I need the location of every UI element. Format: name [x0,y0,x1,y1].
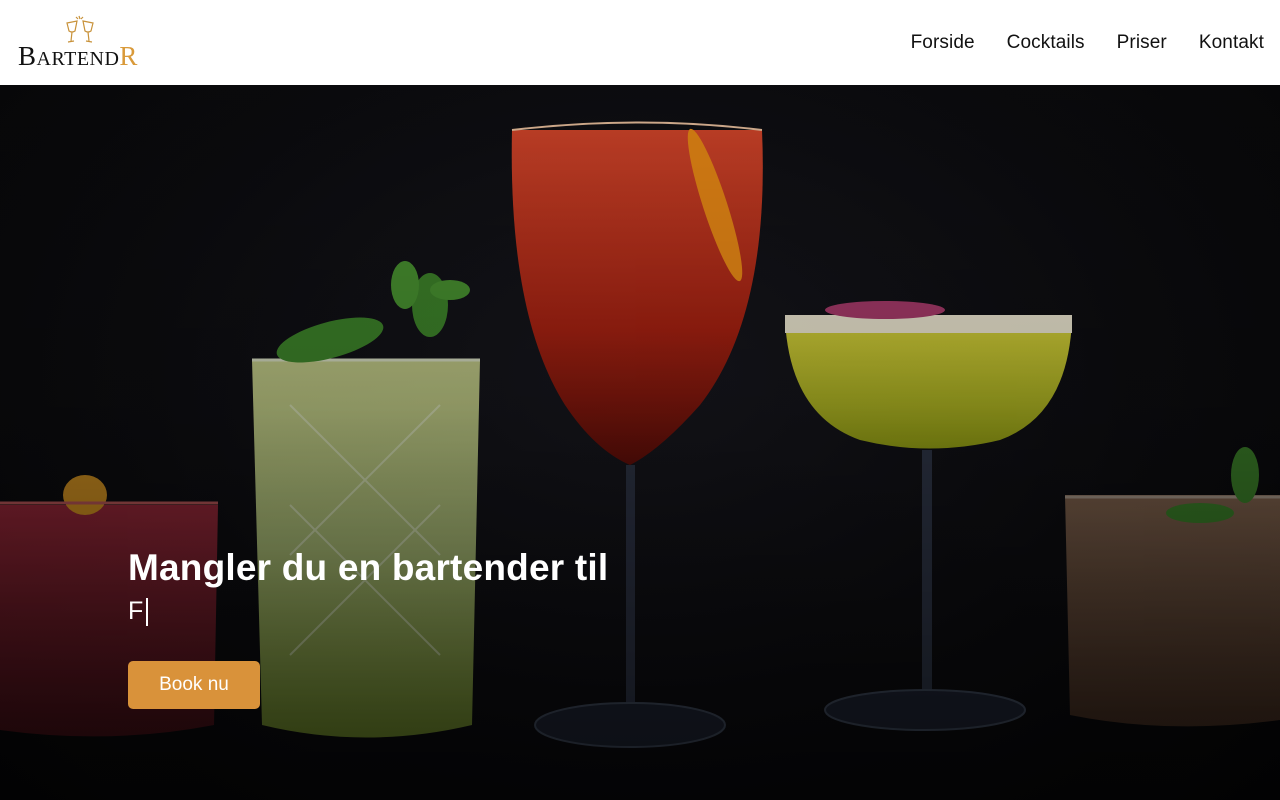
text-caret [146,597,149,626]
site-header: BARTENDR Forside Cocktails Priser Kontak… [0,0,1280,85]
brand-wordmark: BARTENDR [18,40,138,71]
nav-item-priser[interactable]: Priser [1117,32,1167,54]
hero-section: Mangler du en bartender til F Book nu [0,85,1280,800]
typed-text: F [128,597,144,625]
brand-logo[interactable]: BARTENDR [18,15,146,71]
hero-typed-text: F [128,597,149,626]
hero-title: Mangler du en bartender til [128,547,609,588]
nav-item-forside[interactable]: Forside [911,32,975,54]
main-nav: Forside Cocktails Priser Kontakt [911,32,1264,54]
nav-item-kontakt[interactable]: Kontakt [1199,32,1264,54]
nav-item-cocktails[interactable]: Cocktails [1007,32,1085,54]
book-now-button[interactable]: Book nu [128,661,260,709]
